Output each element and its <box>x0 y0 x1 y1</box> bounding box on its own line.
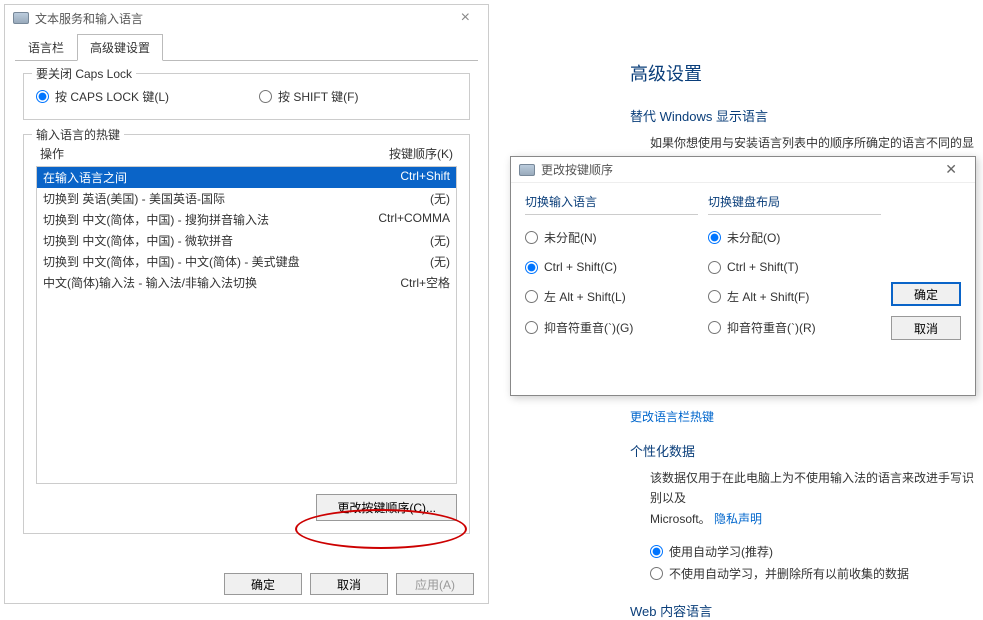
tab-advanced-keys[interactable]: 高级键设置 <box>77 34 163 61</box>
tab-language-bar[interactable]: 语言栏 <box>15 34 77 61</box>
tab-row: 语言栏 高级键设置 <box>15 33 478 61</box>
ok-button[interactable]: 确定 <box>891 282 961 306</box>
keyboard-icon <box>13 12 29 24</box>
shift-key-radio[interactable]: 按 SHIFT 键(F) <box>259 88 358 105</box>
dialog-buttons: 确定 取消 <box>891 193 961 350</box>
column-title: 切换键盘布局 <box>708 193 881 210</box>
section-title-web: Web 内容语言 <box>630 601 983 620</box>
column-title: 切换输入语言 <box>525 193 698 210</box>
ok-button[interactable]: 确定 <box>224 573 302 595</box>
switch-keyboard-layout-column: 切换键盘布局 未分配(O) Ctrl + Shift(T) 左 Alt + Sh… <box>708 193 881 350</box>
grave-accent-radio[interactable]: 抑音符重音(`)(G) <box>525 319 698 336</box>
text-services-dialog: 文本服务和输入语言 × 语言栏 高级键设置 要关闭 Caps Lock 按 CA… <box>4 4 489 604</box>
titlebar: 更改按键顺序 ✕ <box>511 157 975 183</box>
cancel-button[interactable]: 取消 <box>310 573 388 595</box>
hotkey-row[interactable]: 中文(简体)输入法 - 输入法/非输入法切换Ctrl+空格 <box>37 272 456 293</box>
ctrl-shift-radio[interactable]: Ctrl + Shift(C) <box>525 260 698 274</box>
hotkey-row[interactable]: 切换到 英语(美国) - 美国英语-国际(无) <box>37 188 456 209</box>
privacy-link[interactable]: 隐私声明 <box>714 512 762 526</box>
hotkey-row[interactable]: 切换到 中文(简体，中国) - 中文(简体) - 美式键盘(无) <box>37 251 456 272</box>
not-assigned-radio[interactable]: 未分配(O) <box>708 229 881 246</box>
hotkey-row[interactable]: 切换到 中文(简体，中国) - 搜狗拼音输入法Ctrl+COMMA <box>37 209 456 230</box>
keyboard-icon <box>519 164 535 176</box>
group-title: 输入语言的热键 <box>32 126 124 143</box>
personalization-text: 该数据仅用于在此电脑上为不使用输入法的语言来改进手写识别以及 Microsoft… <box>650 468 983 529</box>
group-title: 要关闭 Caps Lock <box>32 65 136 82</box>
dialog-title: 更改按键顺序 <box>541 161 613 178</box>
dialog-buttons: 确定 取消 应用(A) <box>224 573 474 595</box>
caps-lock-group: 要关闭 Caps Lock 按 CAPS LOCK 键(L) 按 SHIFT 键… <box>23 73 470 120</box>
left-alt-shift-radio[interactable]: 左 Alt + Shift(F) <box>708 288 881 305</box>
switch-input-language-column: 切换输入语言 未分配(N) Ctrl + Shift(C) 左 Alt + Sh… <box>525 193 698 350</box>
change-language-bar-hotkeys-link[interactable]: 更改语言栏热键 <box>630 408 983 425</box>
hotkey-row[interactable]: 在输入语言之间Ctrl+Shift <box>37 167 456 188</box>
dialog-title: 文本服务和输入语言 <box>35 10 143 27</box>
hotkey-row[interactable]: 切换到 中文(简体，中国) - 微软拼音(无) <box>37 230 456 251</box>
section-title: 替代 Windows 显示语言 <box>630 106 983 125</box>
caps-lock-key-radio[interactable]: 按 CAPS LOCK 键(L) <box>36 88 169 105</box>
cancel-button[interactable]: 取消 <box>891 316 961 340</box>
close-icon[interactable]: × <box>451 7 480 29</box>
hotkey-group: 输入语言的热键 操作 按键顺序(K) 在输入语言之间Ctrl+Shift 切换到… <box>23 134 470 534</box>
not-assigned-radio[interactable]: 未分配(N) <box>525 229 698 246</box>
ctrl-shift-radio[interactable]: Ctrl + Shift(T) <box>708 260 881 274</box>
grave-accent-radio[interactable]: 抑音符重音(`)(R) <box>708 319 881 336</box>
close-icon[interactable]: ✕ <box>935 159 967 180</box>
col-action: 操作 <box>40 145 64 162</box>
page-heading: 高级设置 <box>630 60 983 86</box>
auto-learn-off-radio[interactable]: 不使用自动学习，并删除所有以前收集的数据 <box>650 565 983 582</box>
col-keys: 按键顺序(K) <box>389 145 453 162</box>
left-alt-shift-radio[interactable]: 左 Alt + Shift(L) <box>525 288 698 305</box>
auto-learn-on-radio[interactable]: 使用自动学习(推荐) <box>650 543 983 560</box>
section-title-personalization: 个性化数据 <box>630 441 983 460</box>
change-key-sequence-button[interactable]: 更改按键顺序(C)... <box>316 494 457 521</box>
hotkey-list[interactable]: 在输入语言之间Ctrl+Shift 切换到 英语(美国) - 美国英语-国际(无… <box>36 166 457 484</box>
titlebar: 文本服务和输入语言 × <box>5 5 488 31</box>
apply-button[interactable]: 应用(A) <box>396 573 474 595</box>
change-key-sequence-dialog: 更改按键顺序 ✕ 切换输入语言 未分配(N) Ctrl + Shift(C) 左… <box>510 156 976 396</box>
